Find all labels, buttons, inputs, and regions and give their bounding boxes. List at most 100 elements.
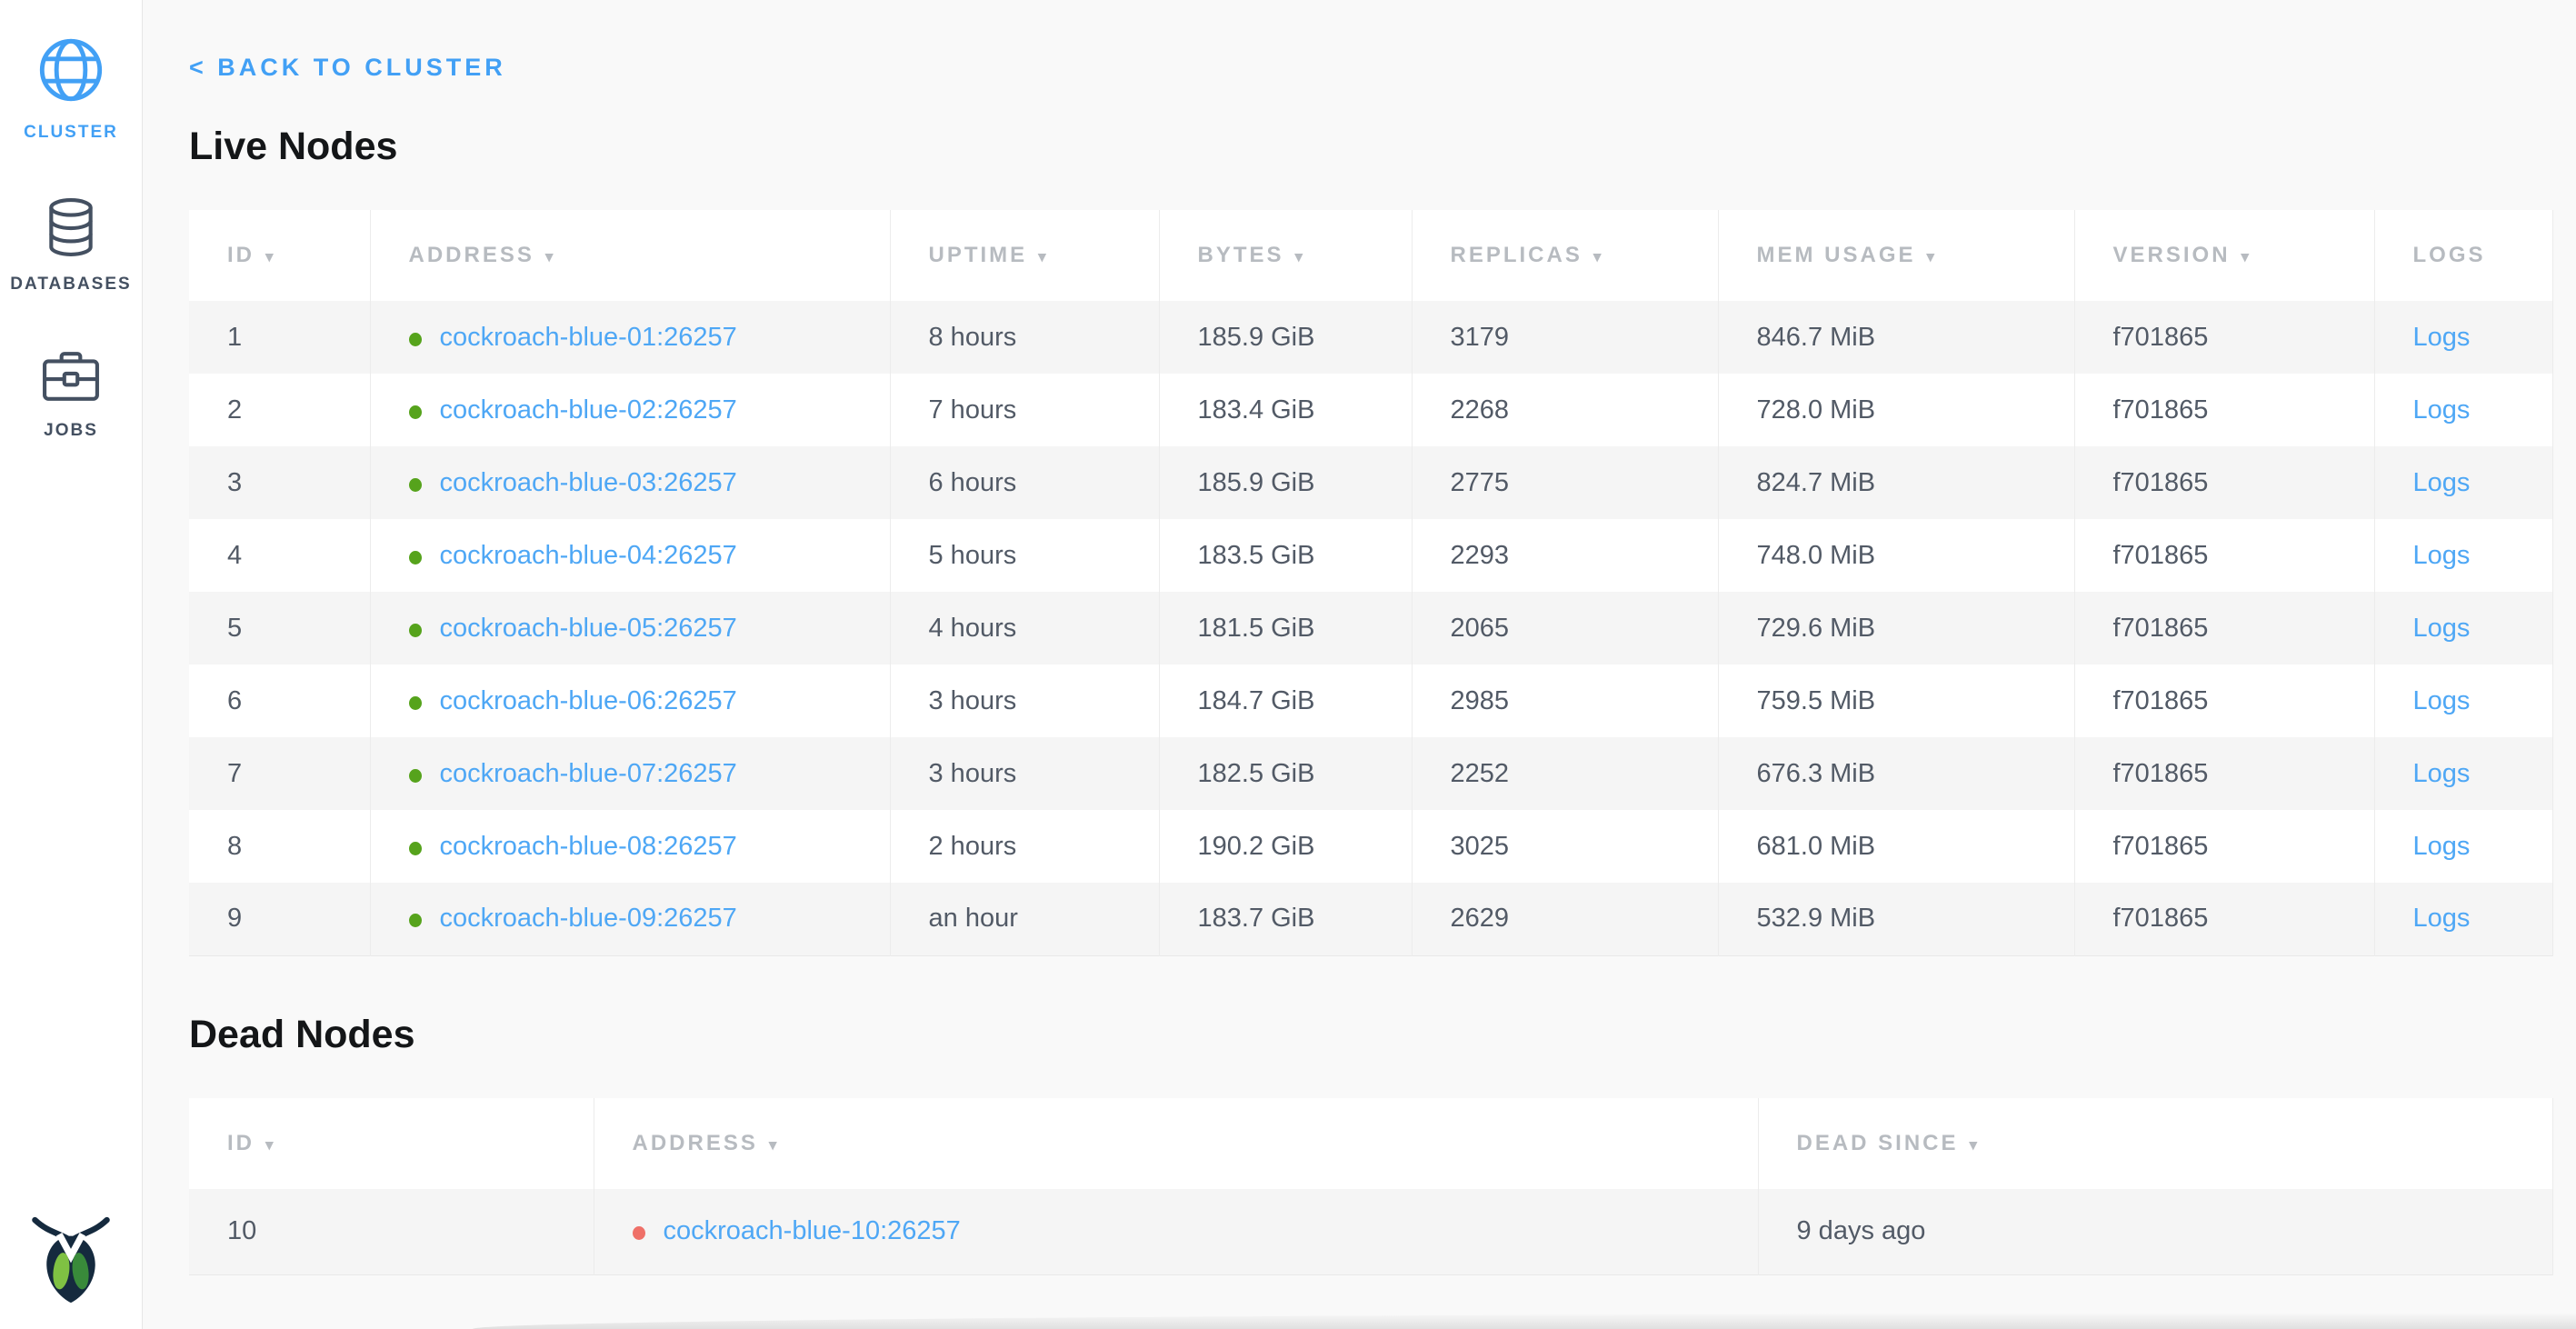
table-row: 3cockroach-blue-03:262576 hours185.9 GiB… — [189, 446, 2552, 519]
cell-address: cockroach-blue-01:26257 — [370, 301, 890, 374]
address-link[interactable]: cockroach-blue-01:26257 — [440, 323, 737, 352]
logs-link[interactable]: Logs — [2413, 395, 2471, 425]
cell-logs: Logs — [2374, 301, 2552, 374]
cell-uptime: 5 hours — [890, 519, 1159, 592]
column-header-address[interactable]: ADDRESS▾ — [370, 210, 890, 301]
cell-logs: Logs — [2374, 883, 2552, 955]
cell-uptime: 6 hours — [890, 446, 1159, 519]
cell-version: f701865 — [2074, 374, 2374, 446]
cell-dead_since: 9 days ago — [1758, 1189, 2552, 1275]
cell-uptime: 8 hours — [890, 301, 1159, 374]
column-header-bytes[interactable]: BYTES▾ — [1159, 210, 1412, 301]
column-header-replicas[interactable]: REPLICAS▾ — [1412, 210, 1718, 301]
cell-uptime: 3 hours — [890, 664, 1159, 737]
cockroachdb-logo[interactable] — [29, 1209, 113, 1311]
main-content: < BACK TO CLUSTER Live Nodes ID▾ADDRESS▾… — [143, 0, 2576, 1329]
column-header-label: BYTES — [1198, 243, 1284, 267]
sort-arrow-icon: ▾ — [265, 248, 276, 265]
cell-mem_usage: 759.5 MiB — [1718, 664, 2074, 737]
table-row: 9cockroach-blue-09:26257an hour183.7 GiB… — [189, 883, 2552, 955]
cell-text: 6 — [227, 686, 242, 715]
address-link[interactable]: cockroach-blue-03:26257 — [440, 468, 737, 497]
column-header-label: REPLICAS — [1451, 243, 1583, 267]
sidebar-item-cluster[interactable]: CLUSTER — [24, 35, 118, 143]
column-header-label: ID — [227, 243, 255, 267]
cell-text: 2 — [227, 395, 242, 425]
address-link[interactable]: cockroach-blue-07:26257 — [440, 759, 737, 788]
cell-address: cockroach-blue-08:26257 — [370, 810, 890, 883]
column-header-label: ADDRESS — [633, 1131, 758, 1155]
cell-text: 2268 — [1451, 395, 1510, 425]
live-status-dot-icon — [409, 842, 422, 855]
sidebar-item-label: CLUSTER — [24, 123, 118, 143]
address-link[interactable]: cockroach-blue-10:26257 — [664, 1216, 961, 1245]
logs-link[interactable]: Logs — [2413, 904, 2471, 933]
address-link[interactable]: cockroach-blue-09:26257 — [440, 904, 737, 933]
dead-nodes-table: ID▾ADDRESS▾DEAD SINCE▾ 10cockroach-blue-… — [189, 1098, 2553, 1276]
column-header-mem_usage[interactable]: MEM USAGE ▾ — [1718, 210, 2074, 301]
logs-link[interactable]: Logs — [2413, 468, 2471, 497]
sidebar-item-databases[interactable]: DATABASES — [10, 197, 131, 295]
cell-text: 9 days ago — [1797, 1216, 1926, 1245]
cell-replicas: 2629 — [1412, 883, 1718, 955]
cell-text: 3 hours — [929, 759, 1017, 788]
logs-link[interactable]: Logs — [2413, 614, 2471, 643]
logs-link[interactable]: Logs — [2413, 759, 2471, 788]
database-icon — [45, 197, 97, 262]
address-link[interactable]: cockroach-blue-02:26257 — [440, 395, 737, 425]
column-header-id[interactable]: ID▾ — [189, 1098, 594, 1189]
address-link[interactable]: cockroach-blue-06:26257 — [440, 686, 737, 715]
logs-link[interactable]: Logs — [2413, 686, 2471, 715]
column-header-label: MEM USAGE — [1757, 243, 1916, 267]
cell-text: 3025 — [1451, 832, 1510, 861]
cell-text: 181.5 GiB — [1198, 614, 1315, 643]
cell-text: 5 — [227, 614, 242, 643]
sidebar-item-label: JOBS — [44, 421, 98, 441]
cell-logs: Logs — [2374, 519, 2552, 592]
sidebar-item-jobs[interactable]: JOBS — [42, 349, 100, 441]
live-status-dot-icon — [409, 624, 422, 637]
cell-text: 183.4 GiB — [1198, 395, 1315, 425]
cell-text: 8 — [227, 832, 242, 861]
address-link[interactable]: cockroach-blue-08:26257 — [440, 832, 737, 861]
sort-arrow-icon: ▾ — [1927, 248, 1938, 265]
back-to-cluster-link[interactable]: < BACK TO CLUSTER — [189, 52, 506, 83]
column-header-label: ID — [227, 1131, 255, 1155]
logs-link[interactable]: Logs — [2413, 541, 2471, 570]
cell-bytes: 183.7 GiB — [1159, 883, 1412, 955]
column-header-address[interactable]: ADDRESS▾ — [594, 1098, 1758, 1189]
cell-version: f701865 — [2074, 519, 2374, 592]
cell-text: f701865 — [2113, 686, 2209, 715]
column-header-version[interactable]: VERSION▾ — [2074, 210, 2374, 301]
cell-text: 2065 — [1451, 614, 1510, 643]
cell-text: 759.5 MiB — [1757, 686, 1876, 715]
cell-text: f701865 — [2113, 323, 2209, 352]
cell-address: cockroach-blue-02:26257 — [370, 374, 890, 446]
address-link[interactable]: cockroach-blue-04:26257 — [440, 541, 737, 570]
cell-text: 748.0 MiB — [1757, 541, 1876, 570]
cell-text: 728.0 MiB — [1757, 395, 1876, 425]
live-nodes-table: ID▾ADDRESS▾UPTIME▾BYTES▾REPLICAS▾MEM USA… — [189, 210, 2553, 956]
table-row: 8cockroach-blue-08:262572 hours190.2 GiB… — [189, 810, 2552, 883]
cell-uptime: 7 hours — [890, 374, 1159, 446]
cell-id: 8 — [189, 810, 370, 883]
live-status-dot-icon — [409, 696, 422, 710]
cell-uptime: 4 hours — [890, 592, 1159, 664]
column-header-label: VERSION — [2113, 243, 2231, 267]
column-header-label: LOGS — [2413, 243, 2486, 267]
cell-text: 183.7 GiB — [1198, 904, 1315, 933]
column-header-uptime[interactable]: UPTIME▾ — [890, 210, 1159, 301]
logs-link[interactable]: Logs — [2413, 832, 2471, 861]
cell-text: f701865 — [2113, 395, 2209, 425]
cell-logs: Logs — [2374, 446, 2552, 519]
cell-text: f701865 — [2113, 832, 2209, 861]
cell-text: 3 hours — [929, 686, 1017, 715]
column-header-dead_since[interactable]: DEAD SINCE▾ — [1758, 1098, 2552, 1189]
cell-replicas: 2065 — [1412, 592, 1718, 664]
logs-link[interactable]: Logs — [2413, 323, 2471, 352]
live-status-dot-icon — [409, 405, 422, 419]
address-link[interactable]: cockroach-blue-05:26257 — [440, 614, 737, 643]
live-status-dot-icon — [409, 914, 422, 927]
column-header-id[interactable]: ID ▾ — [189, 210, 370, 301]
cell-text: 7 — [227, 759, 242, 788]
